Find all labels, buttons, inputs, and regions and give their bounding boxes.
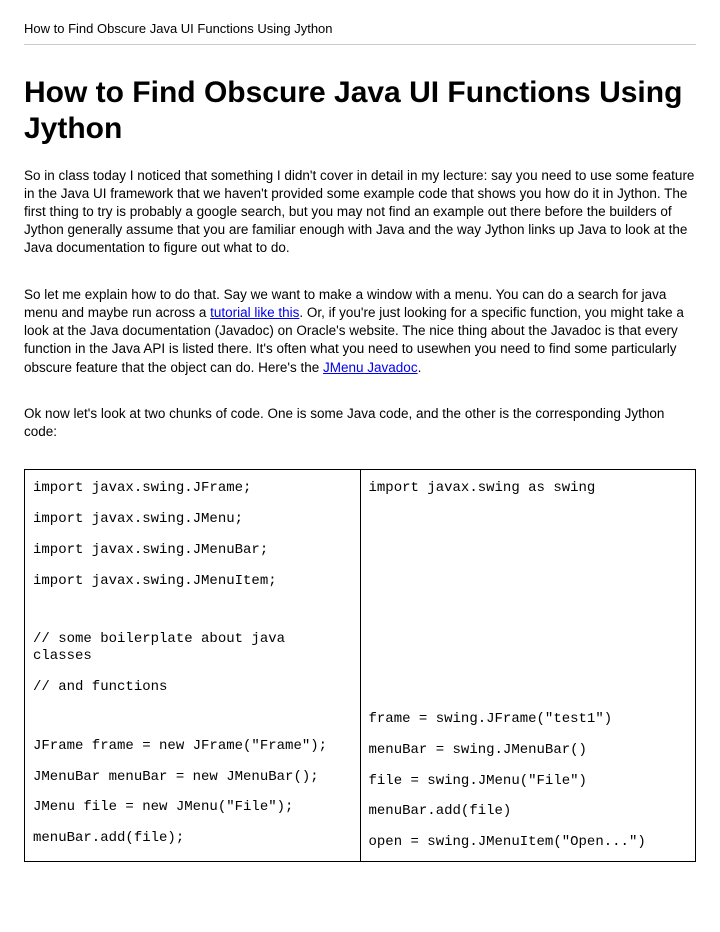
code-line: menuBar.add(file) <box>369 803 688 820</box>
code-line: // and functions <box>33 679 352 696</box>
page-title: How to Find Obscure Java UI Functions Us… <box>24 75 696 147</box>
code-intro-paragraph: Ok now let's look at two chunks of code.… <box>24 405 696 441</box>
code-line: import javax.swing as swing <box>369 480 688 497</box>
code-line: JMenu file = new JMenu("File"); <box>33 799 352 816</box>
jython-code-cell: import javax.swing as swing frame = swin… <box>360 470 696 862</box>
tutorial-link[interactable]: tutorial like this <box>210 305 299 320</box>
javadoc-link[interactable]: JMenu Javadoc <box>323 360 418 375</box>
code-line: menuBar = swing.JMenuBar() <box>369 742 688 759</box>
code-line: JFrame frame = new JFrame("Frame"); <box>33 738 352 755</box>
code-line: file = swing.JMenu("File") <box>369 773 688 790</box>
code-line: open = swing.JMenuItem("Open...") <box>369 834 688 851</box>
code-line: import javax.swing.JMenu; <box>33 511 352 528</box>
page-header: How to Find Obscure Java UI Functions Us… <box>24 20 696 45</box>
code-line: frame = swing.JFrame("test1") <box>369 711 688 728</box>
code-line: menuBar.add(file); <box>33 830 352 847</box>
code-line: import javax.swing.JMenuBar; <box>33 542 352 559</box>
text-fragment: . <box>418 360 422 375</box>
code-line: import javax.swing.JMenuItem; <box>33 573 352 590</box>
explain-paragraph: So let me explain how to do that. Say we… <box>24 286 696 377</box>
java-code-cell: import javax.swing.JFrame; import javax.… <box>25 470 361 862</box>
code-line: import javax.swing.JFrame; <box>33 480 352 497</box>
code-line: // some boilerplate about java classes <box>33 631 352 665</box>
intro-paragraph: So in class today I noticed that somethi… <box>24 167 696 258</box>
code-comparison-table: import javax.swing.JFrame; import javax.… <box>24 469 696 862</box>
code-line: JMenuBar menuBar = new JMenuBar(); <box>33 769 352 786</box>
